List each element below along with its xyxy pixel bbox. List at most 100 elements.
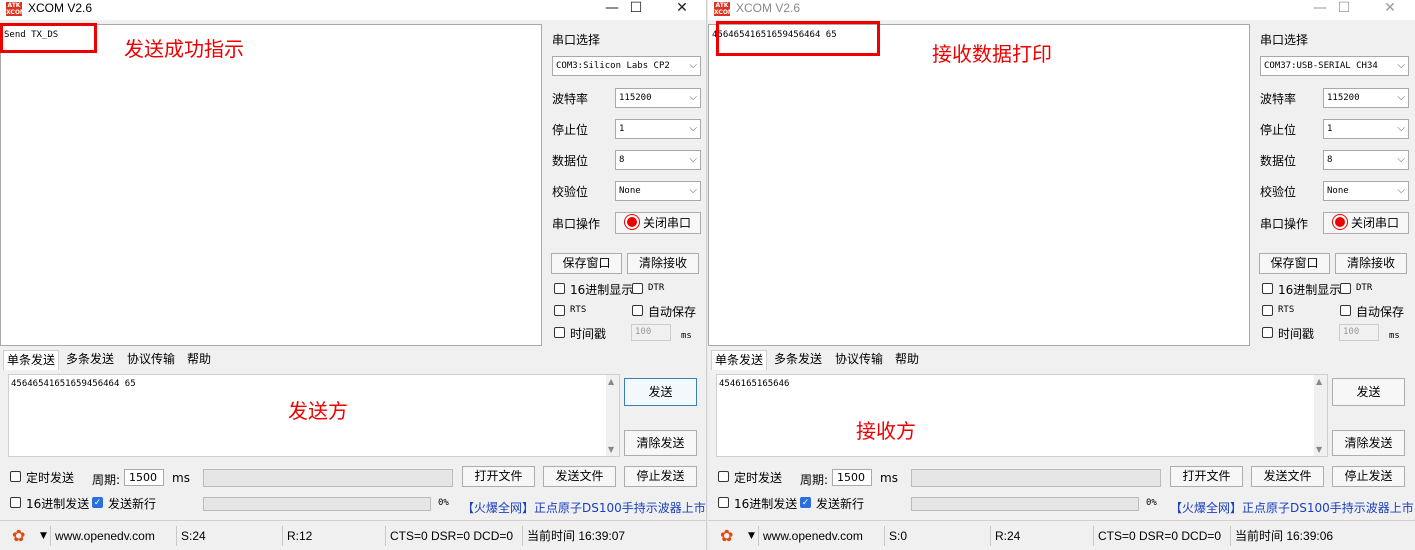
auto-save-checkbox[interactable] bbox=[1340, 305, 1351, 316]
ad-link[interactable]: 【火爆全网】正点原子DS100手持示波器上市 bbox=[1170, 499, 1414, 516]
send-button[interactable]: 发送 bbox=[624, 378, 697, 406]
send-scrollbar[interactable]: ▲ ▼ bbox=[1314, 375, 1327, 456]
port-label: 串口选择 bbox=[552, 33, 601, 47]
receive-area[interactable]: 45646541651659456464 65 bbox=[708, 24, 1250, 346]
close-port-button[interactable]: 关闭串口 bbox=[615, 212, 701, 234]
dtr-label: DTR bbox=[648, 283, 665, 293]
parity-select[interactable]: None ⌵ bbox=[615, 181, 701, 201]
tab-help[interactable]: 帮助 bbox=[892, 350, 922, 369]
stop-bits-select[interactable]: 1 ⌵ bbox=[1323, 119, 1409, 139]
parity-select[interactable]: None ⌵ bbox=[1323, 181, 1409, 201]
period-input[interactable]: 1500 bbox=[124, 469, 164, 486]
port-select[interactable]: COM3:Silicon Labs CP2 ⌵ bbox=[552, 56, 701, 76]
chevron-down-icon[interactable]: ▼ bbox=[748, 526, 755, 546]
tab-single-send[interactable]: 单条发送 bbox=[711, 350, 768, 370]
close-icon[interactable]: ✕ bbox=[660, 0, 704, 18]
rts-label: RTS bbox=[570, 305, 587, 315]
hex-display-label: 16进制显示 bbox=[1278, 283, 1342, 297]
send-scrollbar[interactable]: ▲ ▼ bbox=[606, 375, 619, 456]
hex-send-checkbox[interactable] bbox=[10, 497, 21, 508]
timed-send-checkbox[interactable] bbox=[10, 471, 21, 482]
data-bits-select[interactable]: 8 ⌵ bbox=[1323, 150, 1409, 170]
auto-save-checkbox[interactable] bbox=[632, 305, 643, 316]
timestamp-checkbox[interactable] bbox=[1262, 327, 1273, 338]
stop-send-button[interactable]: 停止发送 bbox=[624, 466, 697, 487]
data-bits-value: 8 bbox=[1327, 155, 1333, 165]
send-progress-percent: 0% bbox=[438, 498, 449, 508]
tab-protocol[interactable]: 协议传输 bbox=[124, 350, 178, 369]
tab-multi-send[interactable]: 多条发送 bbox=[63, 350, 117, 369]
send-newline-checkbox[interactable]: ✓ bbox=[800, 497, 811, 508]
timed-send-checkbox[interactable] bbox=[718, 471, 729, 482]
timestamp-interval-input[interactable]: 100 bbox=[631, 324, 671, 341]
hex-display-checkbox[interactable] bbox=[554, 283, 565, 294]
scroll-down-icon[interactable]: ▼ bbox=[1316, 445, 1322, 454]
scroll-down-icon[interactable]: ▼ bbox=[608, 445, 614, 454]
dtr-checkbox[interactable] bbox=[1340, 283, 1351, 294]
period-label: 周期: bbox=[92, 473, 121, 487]
dtr-checkbox[interactable] bbox=[632, 283, 643, 294]
stop-bits-label: 停止位 bbox=[552, 123, 589, 137]
website-link[interactable]: www.openedv.com bbox=[50, 526, 171, 546]
open-file-button[interactable]: 打开文件 bbox=[1170, 466, 1243, 487]
maximize-icon[interactable]: ☐ bbox=[614, 0, 658, 18]
send-button[interactable]: 发送 bbox=[1332, 378, 1405, 406]
scroll-up-icon[interactable]: ▲ bbox=[608, 377, 614, 386]
send-newline-checkbox[interactable]: ✓ bbox=[92, 497, 103, 508]
clear-receive-button[interactable]: 清除接收 bbox=[1335, 253, 1407, 274]
annotation-receiver: 接收方 bbox=[856, 419, 916, 443]
rts-checkbox[interactable] bbox=[1262, 305, 1273, 316]
baud-label: 波特率 bbox=[552, 92, 589, 106]
clear-receive-button[interactable]: 清除接收 bbox=[627, 253, 699, 274]
open-file-button[interactable]: 打开文件 bbox=[462, 466, 535, 487]
website-link[interactable]: www.openedv.com bbox=[758, 526, 879, 546]
send-input[interactable]: 4546165165646 ▲ ▼ bbox=[716, 374, 1328, 457]
tab-help[interactable]: 帮助 bbox=[184, 350, 214, 369]
period-unit: ms bbox=[880, 471, 898, 485]
close-port-button[interactable]: 关闭串口 bbox=[1323, 212, 1409, 234]
save-window-button[interactable]: 保存窗口 bbox=[551, 253, 622, 274]
annotation-received-print: 接收数据打印 bbox=[932, 42, 1052, 66]
port-value: COM3:Silicon Labs CP2 bbox=[556, 61, 670, 71]
baud-select[interactable]: 115200 ⌵ bbox=[615, 88, 701, 108]
tab-protocol[interactable]: 协议传输 bbox=[832, 350, 886, 369]
title-bar[interactable]: ATK XCOM XCOM V2.6 — ☐ ✕ bbox=[0, 0, 706, 20]
send-file-button[interactable]: 发送文件 bbox=[1251, 466, 1324, 487]
save-window-button[interactable]: 保存窗口 bbox=[1259, 253, 1330, 274]
rts-checkbox[interactable] bbox=[554, 305, 565, 316]
tab-multi-send[interactable]: 多条发送 bbox=[771, 350, 825, 369]
hex-send-checkbox[interactable] bbox=[718, 497, 729, 508]
data-bits-select[interactable]: 8 ⌵ bbox=[615, 150, 701, 170]
auto-save-label: 自动保存 bbox=[648, 305, 697, 319]
ad-link[interactable]: 【火爆全网】正点原子DS100手持示波器上市 bbox=[462, 499, 706, 516]
hex-display-checkbox[interactable] bbox=[1262, 283, 1273, 294]
scroll-up-icon[interactable]: ▲ bbox=[1316, 377, 1322, 386]
timestamp-checkbox[interactable] bbox=[554, 327, 565, 338]
hex-display-label: 16进制显示 bbox=[570, 283, 634, 297]
chevron-down-icon: ⌵ bbox=[1397, 60, 1405, 71]
current-time: 当前时间 16:39:06 bbox=[1230, 526, 1405, 546]
annotation-send-success: 发送成功指示 bbox=[124, 37, 244, 61]
tab-single-send[interactable]: 单条发送 bbox=[3, 350, 60, 370]
gear-icon[interactable]: ✿ bbox=[12, 527, 25, 545]
stop-bits-select[interactable]: 1 ⌵ bbox=[615, 119, 701, 139]
port-select[interactable]: COM37:USB-SERIAL CH34 ⌵ bbox=[1260, 56, 1409, 76]
chevron-down-icon[interactable]: ▼ bbox=[40, 526, 47, 546]
baud-select[interactable]: 115200 ⌵ bbox=[1323, 88, 1409, 108]
gear-icon[interactable]: ✿ bbox=[720, 527, 733, 545]
port-value: COM37:USB-SERIAL CH34 bbox=[1264, 61, 1378, 71]
send-file-button[interactable]: 发送文件 bbox=[543, 466, 616, 487]
close-icon[interactable]: ✕ bbox=[1368, 0, 1412, 18]
status-bar: ✿ ▼ www.openedv.com S:24 R:12 CTS=0 DSR=… bbox=[0, 520, 706, 550]
timestamp-interval-input[interactable]: 100 bbox=[1339, 324, 1379, 341]
clear-send-button[interactable]: 清除发送 bbox=[624, 430, 697, 456]
clear-send-button[interactable]: 清除发送 bbox=[1332, 430, 1405, 456]
stop-send-button[interactable]: 停止发送 bbox=[1332, 466, 1405, 487]
port-status-icon bbox=[624, 215, 639, 229]
title-bar[interactable]: ATK XCOM XCOM V2.6 — ☐ ✕ bbox=[708, 0, 1415, 20]
sent-count: S:0 bbox=[884, 526, 987, 546]
receive-area[interactable]: Send TX_DS bbox=[0, 24, 542, 346]
window-title: XCOM V2.6 bbox=[28, 1, 93, 15]
maximize-icon[interactable]: ☐ bbox=[1322, 0, 1366, 18]
period-input[interactable]: 1500 bbox=[832, 469, 872, 486]
